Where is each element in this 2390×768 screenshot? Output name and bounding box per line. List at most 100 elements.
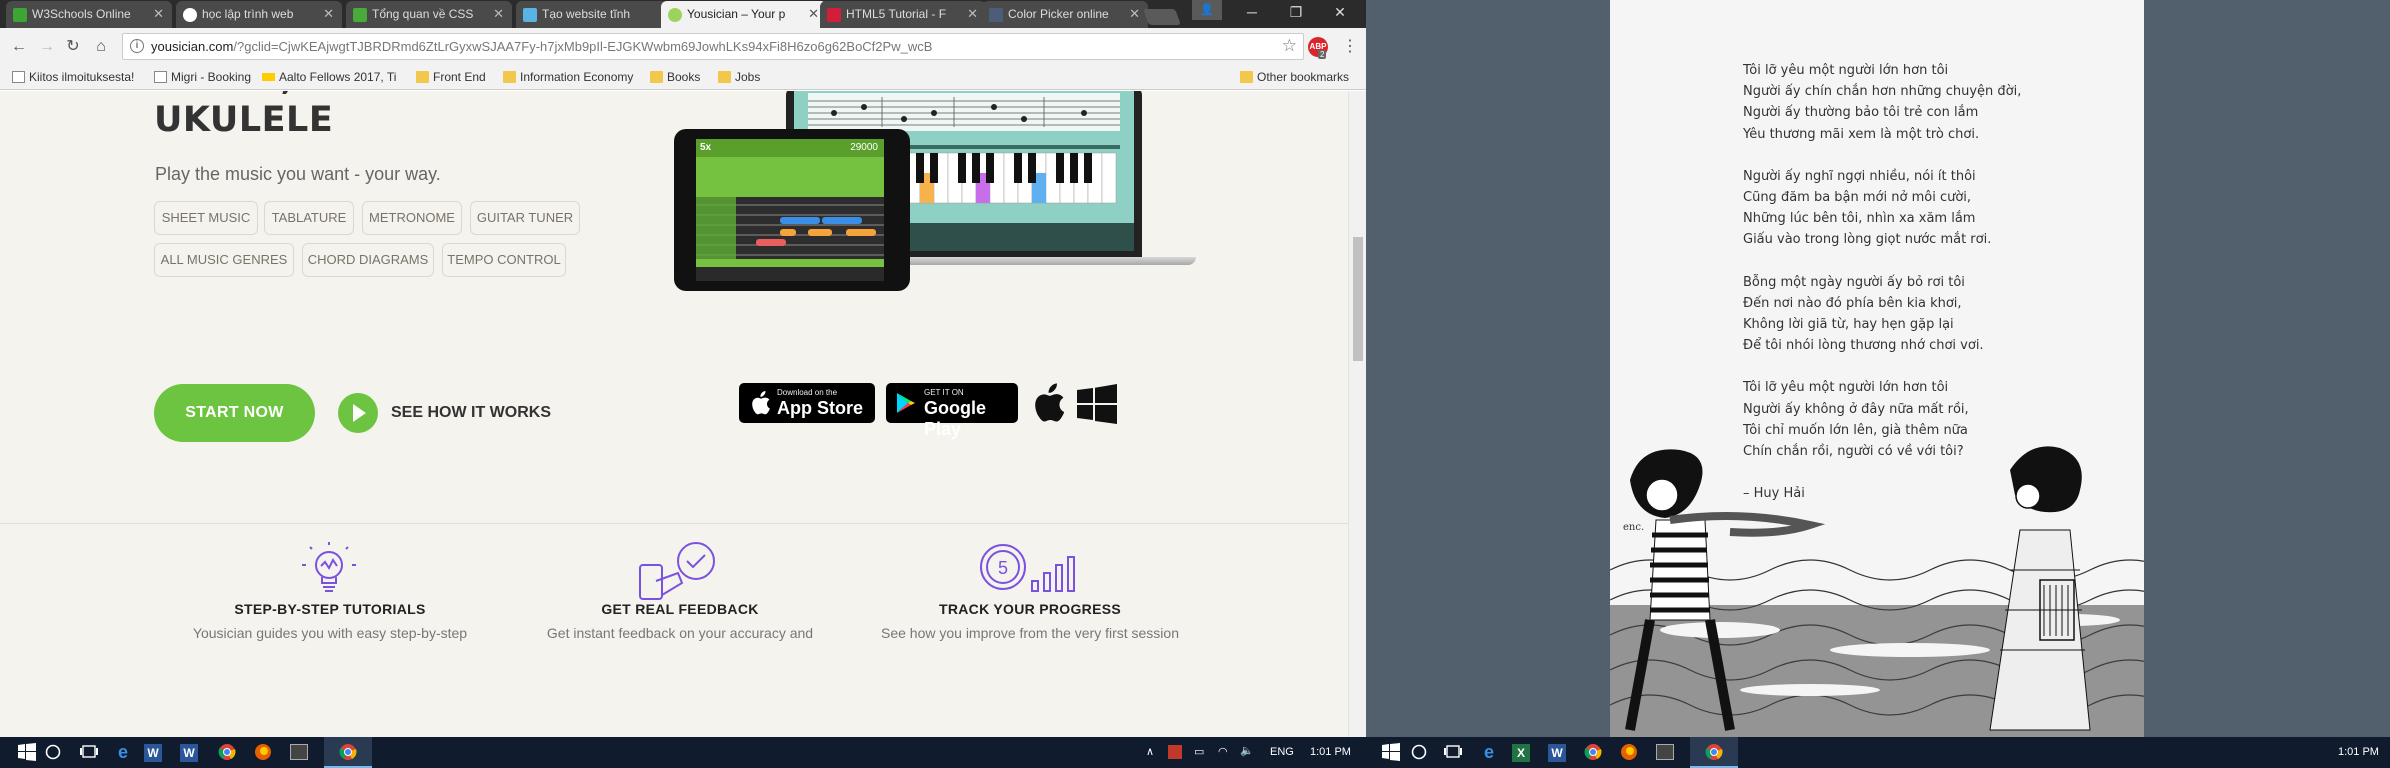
app-icon[interactable]: [1656, 744, 1674, 760]
tag-guitar-tuner[interactable]: GUITAR TUNER: [470, 201, 580, 235]
google-play-icon: [897, 393, 915, 413]
chrome-window: W3Schools Online ✕ học lập trình web ✕ T…: [0, 0, 1366, 737]
tag-chord-diagrams[interactable]: CHORD DIAGRAMS: [302, 243, 434, 277]
play-icon[interactable]: [338, 393, 378, 433]
bookmark-migri[interactable]: Migri - Booking: [154, 70, 251, 84]
google-play-badge[interactable]: GET IT ON Google Play: [886, 383, 1018, 439]
excel-icon[interactable]: X: [1512, 744, 1530, 762]
info-icon[interactable]: i: [130, 39, 144, 53]
volume-icon[interactable]: 🔈: [1240, 744, 1254, 757]
bookmark-jobs[interactable]: Jobs: [718, 70, 760, 84]
search-icon[interactable]: [1410, 743, 1428, 761]
close-icon[interactable]: ✕: [153, 6, 164, 22]
bookmark-star-icon[interactable]: ☆: [1282, 36, 1297, 56]
tag-metronome[interactable]: METRONOME: [362, 201, 462, 235]
google-favicon-icon: [183, 8, 197, 22]
firefox-icon[interactable]: [254, 743, 272, 761]
battery-icon[interactable]: ▭: [1194, 745, 1204, 758]
bookmark-kiitos[interactable]: Kiitos ilmoituksesta!: [12, 70, 134, 84]
reload-icon[interactable]: ↻: [62, 36, 84, 58]
clock-left[interactable]: 1:01 PM: [1310, 746, 1351, 758]
tag-tempo-control[interactable]: TEMPO CONTROL: [442, 243, 566, 277]
taskbar-active-chrome[interactable]: [1690, 737, 1738, 768]
forward-arrow-icon[interactable]: →: [36, 36, 58, 58]
search-icon[interactable]: [44, 743, 62, 761]
firefox-icon[interactable]: [1620, 743, 1638, 761]
poem-wallpaper: Tôi lỡ yêu một người lớn hơn tôi Người ấ…: [1610, 0, 2144, 737]
bookmark-front-end[interactable]: Front End: [416, 70, 486, 84]
folder-icon: [1240, 71, 1253, 83]
windows-start-icon[interactable]: [18, 743, 36, 761]
windows-start-icon[interactable]: [1382, 743, 1400, 761]
close-window-button[interactable]: ✕: [1318, 0, 1362, 24]
tag-all-music-genres[interactable]: ALL MUSIC GENRES: [154, 243, 294, 277]
task-view-icon[interactable]: [1444, 743, 1462, 761]
address-bar[interactable]: i yousician.com/?gclid=CjwKEAjwgtTJBRDRm…: [122, 33, 1304, 60]
feature-progress: TRACK YOUR PROGRESS See how you improve …: [880, 601, 1179, 641]
tab-w3schools[interactable]: W3Schools Online ✕: [6, 1, 172, 28]
tag-tablature[interactable]: TABLATURE: [264, 201, 354, 235]
close-icon[interactable]: ✕: [808, 6, 819, 22]
other-bookmarks[interactable]: Other bookmarks: [1240, 70, 1349, 84]
poem-stanza: Người ấy nghĩ ngợi nhiều, nói ít thôi Cũ…: [1743, 168, 1992, 248]
tab-yousician[interactable]: Yousician – Your p ✕: [661, 1, 827, 28]
home-icon[interactable]: ⌂: [90, 36, 112, 58]
shield-icon[interactable]: [1168, 745, 1182, 759]
tab-strip: W3Schools Online ✕ học lập trình web ✕ T…: [0, 0, 1366, 28]
close-icon[interactable]: ✕: [967, 6, 978, 22]
poem-stanza: Tôi lỡ yêu một người lớn hơn tôi Người ấ…: [1743, 63, 2022, 142]
edge-icon[interactable]: e: [118, 742, 128, 763]
tag-sheet-music[interactable]: SHEET MUSIC: [154, 201, 258, 235]
hero-subtitle: Play the music you want - your way.: [155, 164, 441, 184]
tab-google-search[interactable]: học lập trình web ✕: [176, 1, 342, 28]
word-icon[interactable]: W: [144, 744, 162, 762]
chrome-icon[interactable]: [218, 743, 236, 761]
restore-button[interactable]: ❐: [1274, 0, 1318, 24]
app-store-badge[interactable]: Download on the App Store: [739, 383, 875, 423]
word-icon[interactable]: W: [1548, 744, 1566, 762]
tab-color-picker[interactable]: Color Picker online ✕: [982, 1, 1148, 28]
task-view-icon[interactable]: [80, 743, 98, 761]
see-how-it-works-link[interactable]: SEE HOW IT WORKS: [391, 404, 551, 422]
language-indicator[interactable]: ENG: [1270, 746, 1294, 758]
chevron-up-icon[interactable]: ∧: [1146, 745, 1154, 758]
page-scrollbar[interactable]: [1348, 91, 1366, 737]
profile-icon[interactable]: 👤: [1192, 0, 1222, 20]
bookmark-information-economy[interactable]: Information Economy: [503, 70, 633, 84]
chrome-icon[interactable]: [1584, 743, 1602, 761]
bookmark-books[interactable]: Books: [650, 70, 700, 84]
app-icon[interactable]: [290, 744, 308, 760]
url-text[interactable]: yousician.com/?gclid=CjwKEAjwgtTJBRDRmd6…: [151, 39, 932, 54]
back-arrow-icon[interactable]: ←: [8, 36, 30, 58]
wordpress-favicon-icon: [353, 8, 367, 22]
tablet-mockup: 5x 29000: [674, 129, 910, 291]
taskbar-active-chrome[interactable]: [324, 737, 372, 768]
wifi-icon[interactable]: ◠: [1218, 745, 1228, 758]
tab-html5-tutorial[interactable]: HTML5 Tutorial - F ✕: [820, 1, 986, 28]
new-tab-button[interactable]: [1143, 9, 1181, 25]
html5-favicon-icon: [827, 8, 841, 22]
feature-feedback: GET REAL FEEDBACK Get instant feedback o…: [546, 601, 814, 641]
lightbulb-icon: [302, 542, 356, 592]
tab-css-overview[interactable]: Tổng quan về CSS ✕: [346, 1, 512, 28]
word-icon[interactable]: W: [180, 744, 198, 762]
minimize-button[interactable]: ─: [1230, 0, 1274, 24]
scrollbar-thumb[interactable]: [1353, 237, 1363, 361]
close-icon[interactable]: ✕: [493, 6, 504, 22]
taskbar-left: e W W ∧ ▭ ◠ 🔈 ENG 1:01 PM: [0, 737, 1366, 768]
tab-static-website[interactable]: Tạo website tĩnh ✕: [516, 1, 682, 28]
clock-right[interactable]: 1:01 PM: [2338, 746, 2379, 758]
progress-chart-icon: 5: [980, 544, 1075, 592]
hero-title: PIANO, BASS AND UKULELE: [154, 91, 511, 140]
edge-icon[interactable]: e: [1484, 742, 1494, 763]
close-icon[interactable]: ✕: [1129, 6, 1140, 22]
bookmark-aalto[interactable]: Aalto Fellows 2017, Ti: [262, 70, 396, 84]
bookmarks-bar: Kiitos ilmoituksesta! Migri - Booking Aa…: [0, 66, 1366, 90]
apple-platform-icon[interactable]: [1030, 383, 1066, 423]
menu-icon[interactable]: ⋮: [1342, 36, 1358, 56]
yousician-page: PIANO, BASS AND UKULELE Play the music y…: [0, 91, 1348, 737]
close-icon[interactable]: ✕: [323, 6, 334, 22]
taskbar-right: e X W 1:01 PM: [1366, 737, 2390, 768]
windows-platform-icon[interactable]: [1077, 384, 1117, 424]
start-now-button[interactable]: START NOW: [154, 384, 315, 442]
